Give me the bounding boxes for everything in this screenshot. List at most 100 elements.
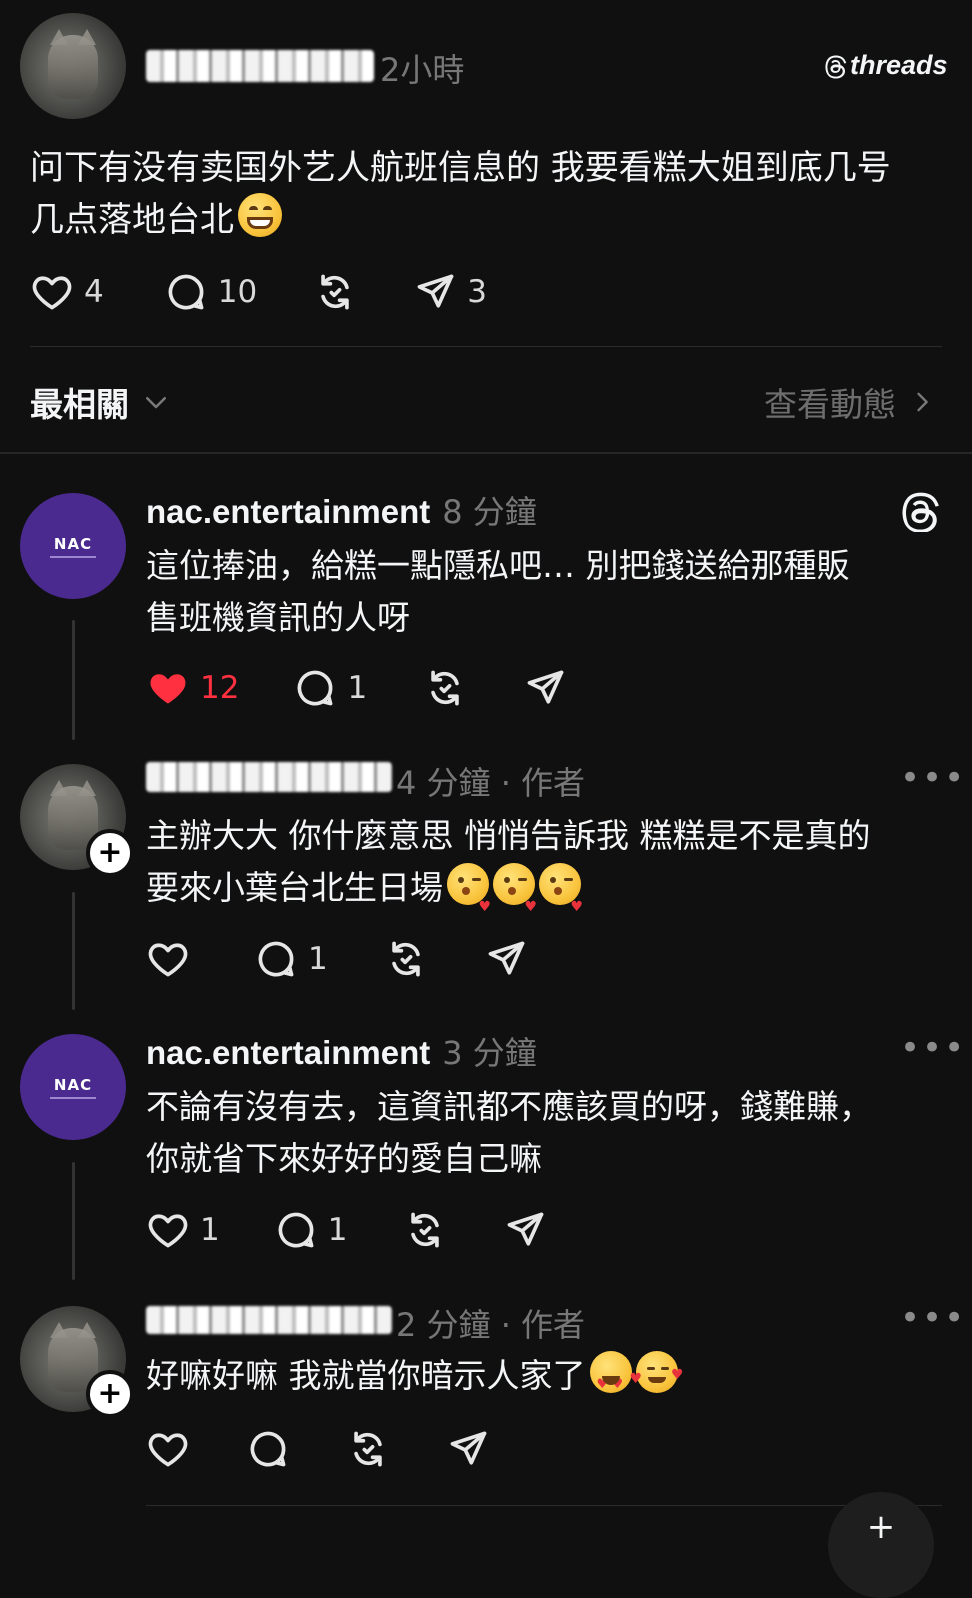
more-icon[interactable]: ••• (900, 758, 966, 798)
repost-button[interactable] (403, 1208, 447, 1252)
comment-icon (254, 937, 298, 981)
plus-icon: + (866, 1507, 896, 1547)
follow-button[interactable]: + (86, 1370, 134, 1418)
reply-username[interactable]: nac.entertainment (146, 493, 430, 531)
heart-filled-icon (146, 666, 190, 710)
chevron-right-icon (917, 392, 928, 412)
smiling-hearts-emoji: ♥ ♥ (630, 1351, 684, 1393)
reply-actions: 1 1 (146, 1208, 547, 1252)
like-count: 4 (84, 274, 104, 310)
kiss-emoji: ♥ (447, 863, 491, 915)
reply-count: 1 (308, 941, 328, 977)
section-divider (0, 452, 972, 454)
like-button[interactable] (146, 937, 200, 981)
reply-time: 3 分鐘 (442, 1034, 537, 1072)
divider (146, 1505, 942, 1506)
nac-logo-text: NAC (53, 534, 93, 553)
like-button[interactable] (146, 1427, 190, 1471)
reply-text-line: 主辦大大 你什麼意思 悄悄告訴我 糕糕是不是真的 (146, 816, 871, 855)
repost-icon (346, 1427, 390, 1471)
view-activity-label: 查看動態 (764, 385, 896, 424)
grin-emoji (238, 193, 282, 237)
post-time: 2小時 (380, 51, 465, 89)
heart-icon (146, 1427, 190, 1471)
repost-button[interactable] (384, 937, 428, 981)
reply-time: 4 分鐘 · 作者 (396, 764, 586, 802)
thread-line (72, 1162, 75, 1280)
share-button[interactable] (446, 1427, 490, 1471)
threads-logo-icon (900, 490, 942, 532)
share-icon (523, 666, 567, 710)
like-button[interactable]: 1 (146, 1208, 220, 1252)
like-button[interactable]: 4 (30, 270, 104, 314)
reply-button[interactable]: 10 (164, 270, 257, 314)
reply-button[interactable]: 1 (274, 1208, 348, 1252)
comment-icon (246, 1427, 290, 1471)
repost-button[interactable] (313, 270, 357, 314)
reply-body: 好嘛好嘛 我就當你暗示人家了 ♥ ♥ ♥ ♥ (146, 1350, 946, 1402)
reply-actions: 12 1 (146, 666, 567, 710)
nac-avatar[interactable]: NAC (20, 1034, 126, 1140)
share-icon (484, 937, 528, 981)
author-username-redacted[interactable] (146, 50, 374, 82)
repost-button[interactable] (423, 666, 467, 710)
like-count: 12 (200, 670, 240, 706)
reply-text-line: 不論有沒有去，這資訊都不應該買的呀，錢難賺， (146, 1087, 872, 1126)
post-actions: 4 10 3 (30, 270, 487, 314)
share-button[interactable] (503, 1208, 547, 1252)
heart-eyes-emoji: ♥ ♥ (589, 1351, 632, 1393)
sort-label: 最相關 (30, 385, 129, 424)
share-icon (413, 270, 457, 314)
comment-icon (274, 1208, 318, 1252)
follow-button[interactable]: + (86, 829, 134, 877)
reply-text-line-2: 要來小葉台北生日場 ♥ ♥ ♥ (146, 862, 946, 915)
author-username-redacted[interactable] (146, 762, 392, 792)
reply-body: 這位捧油，給糕一點隱私吧… 別把錢送給那種販 售班機資訊的人呀 (146, 540, 946, 644)
share-count: 3 (467, 274, 487, 310)
heart-icon (146, 937, 190, 981)
kiss-emoji: ♥ (539, 863, 583, 915)
comment-icon (293, 666, 337, 710)
reply-button[interactable] (246, 1427, 290, 1471)
more-icon[interactable]: ••• (900, 1028, 966, 1068)
reply-count: 1 (347, 670, 368, 706)
threads-logo-icon (824, 53, 848, 79)
like-button[interactable]: 12 (146, 666, 239, 710)
reply-header: nac.entertainment 3 分鐘 (146, 1028, 537, 1074)
post-text-line: 问下有没有卖国外艺人航班信息的 我要看糕大姐到底几号 (30, 148, 891, 188)
kiss-emoji: ♥ (493, 863, 537, 915)
author-avatar[interactable] (20, 13, 126, 119)
nac-avatar[interactable]: NAC (20, 493, 126, 599)
share-icon (446, 1427, 490, 1471)
repost-button[interactable] (346, 1427, 390, 1471)
reply-count: 1 (327, 1212, 348, 1248)
comment-icon (164, 270, 208, 314)
nac-logo-text: NAC (53, 1075, 93, 1094)
reply-button[interactable]: 1 (254, 937, 328, 981)
reply-username[interactable]: nac.entertainment (146, 1034, 430, 1072)
reply-text-line: 售班機資訊的人呀 (146, 598, 410, 637)
compose-button[interactable]: + (828, 1492, 934, 1598)
more-icon[interactable]: ••• (900, 1298, 966, 1338)
sort-dropdown[interactable]: 最相關 (30, 378, 171, 426)
view-activity-link[interactable]: 查看動態 (764, 378, 936, 426)
post-text-line-2: 几点落地台北 (30, 193, 950, 245)
share-button[interactable] (523, 666, 567, 710)
author-username-redacted[interactable] (146, 1306, 392, 1334)
share-icon (503, 1208, 547, 1252)
share-button[interactable]: 3 (413, 270, 487, 314)
share-button[interactable] (484, 937, 528, 981)
reply-actions (146, 1427, 490, 1471)
chevron-down-icon (146, 397, 166, 409)
reply-text-line: 好嘛好嘛 我就當你暗示人家了 ♥ ♥ ♥ ♥ (146, 1350, 946, 1402)
thread-line (72, 620, 75, 740)
repost-icon (403, 1208, 447, 1252)
reply-text-line: 這位捧油，給糕一點隱私吧… 別把錢送給那種販 (146, 546, 850, 585)
reply-count: 10 (217, 274, 258, 310)
threads-wordmark: threads (850, 50, 948, 80)
post-body: 问下有没有卖国外艺人航班信息的 我要看糕大姐到底几号 几点落地台北 (30, 143, 950, 245)
repost-icon (313, 270, 357, 314)
reply-actions: 1 (146, 937, 528, 981)
reply-button[interactable]: 1 (293, 666, 367, 710)
heart-icon (146, 1208, 190, 1252)
